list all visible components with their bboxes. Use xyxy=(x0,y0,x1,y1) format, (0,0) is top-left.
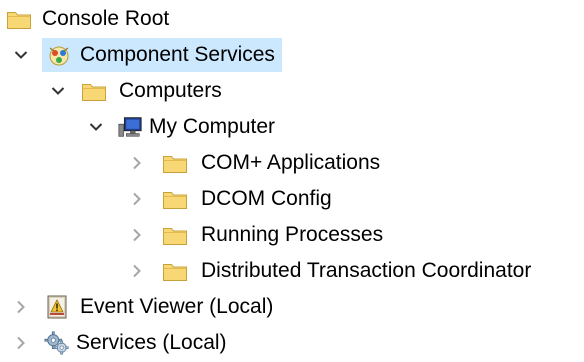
tree-item-services[interactable]: Services (Local) xyxy=(12,325,232,361)
tree-item-label: Running Processes xyxy=(201,223,384,246)
tree-item-console-root[interactable]: Console Root xyxy=(6,1,174,37)
console-tree: Console Root Component Services Computer… xyxy=(0,0,584,362)
tree-item-label: COM+ Applications xyxy=(201,151,381,174)
tree-item-com-applications[interactable]: COM+ Applications xyxy=(128,145,385,181)
event-viewer-icon xyxy=(44,294,70,320)
tree-item-label: My Computer xyxy=(149,115,276,138)
component-services-icon xyxy=(46,42,72,68)
chevron-right-icon[interactable] xyxy=(128,262,146,280)
chevron-right-icon[interactable] xyxy=(128,226,146,244)
tree-item-label: Console Root xyxy=(42,7,170,30)
folder-icon xyxy=(81,78,107,104)
tree-item-component-services[interactable]: Component Services xyxy=(12,37,282,73)
tree-item-label: Event Viewer (Local) xyxy=(80,295,274,318)
tree-item-label: Computers xyxy=(119,79,222,102)
computer-icon xyxy=(117,114,143,140)
folder-icon xyxy=(162,150,188,176)
chevron-right-icon[interactable] xyxy=(12,298,30,316)
tree-item-computers[interactable]: Computers xyxy=(49,73,227,109)
chevron-right-icon[interactable] xyxy=(12,334,30,352)
tree-item-label: Distributed Transaction Coordinator xyxy=(201,259,532,282)
tree-item-label: Services (Local) xyxy=(76,331,227,354)
folder-icon xyxy=(6,6,32,32)
selection-highlight[interactable]: Component Services xyxy=(42,38,282,72)
tree-item-my-computer[interactable]: My Computer xyxy=(87,109,280,145)
tree-item-label: Component Services xyxy=(80,43,275,66)
chevron-right-icon[interactable] xyxy=(128,154,146,172)
chevron-right-icon[interactable] xyxy=(128,190,146,208)
folder-icon xyxy=(162,186,188,212)
tree-item-dcom-config[interactable]: DCOM Config xyxy=(128,181,337,217)
folder-icon xyxy=(162,258,188,284)
chevron-down-icon[interactable] xyxy=(87,118,105,136)
tree-item-distributed-transaction-coordinator[interactable]: Distributed Transaction Coordinator xyxy=(128,253,536,289)
chevron-down-icon[interactable] xyxy=(12,46,30,64)
tree-item-event-viewer[interactable]: Event Viewer (Local) xyxy=(12,289,278,325)
tree-item-label: DCOM Config xyxy=(201,187,332,210)
tree-item-running-processes[interactable]: Running Processes xyxy=(128,217,388,253)
chevron-down-icon[interactable] xyxy=(49,82,67,100)
services-gear-icon xyxy=(44,330,70,356)
folder-icon xyxy=(162,222,188,248)
